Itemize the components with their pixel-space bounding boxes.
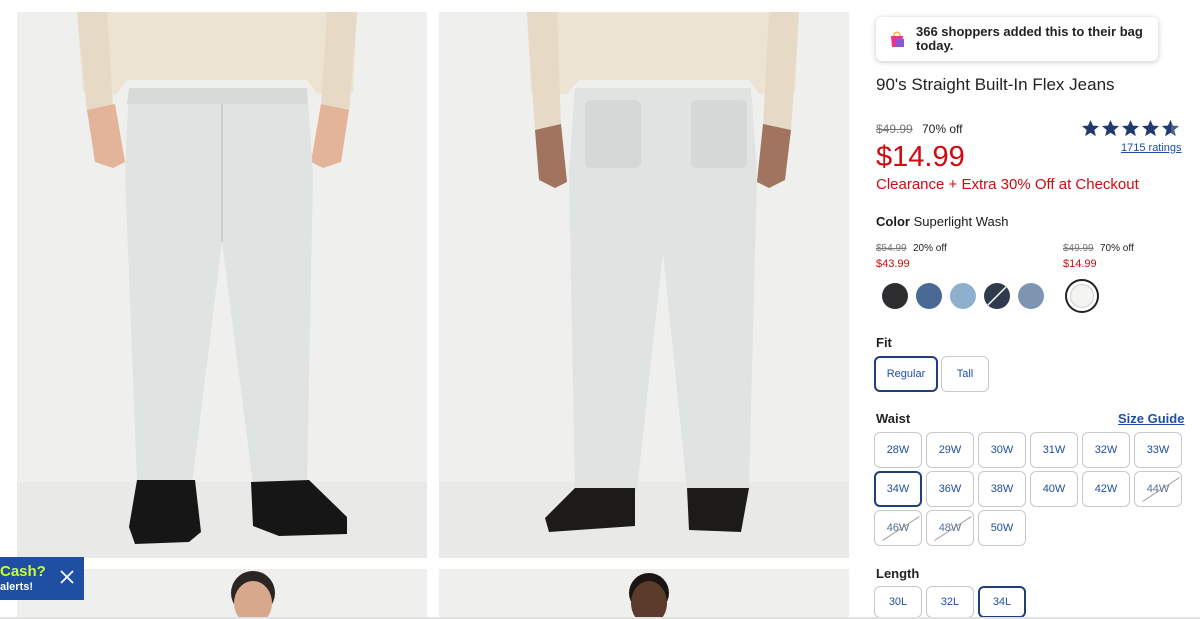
waist-option-38w[interactable]: 38W [978,471,1026,507]
star-icon [1121,119,1140,137]
front-view-photo[interactable] [17,12,427,558]
color-label: Color Superlight Wash [876,214,1008,229]
waist-option-28w[interactable]: 28W [874,432,922,468]
waist-option-29w[interactable]: 29W [926,432,974,468]
shoppers-notice-text: 366 shoppers added this to their bag tod… [916,24,1143,53]
length-option-30l[interactable]: 30L [874,586,922,618]
shoppers-notice: 366 shoppers added this to their bag tod… [876,17,1158,61]
waist-option-32w[interactable]: 32W [1082,432,1130,468]
length-option-32l[interactable]: 32L [926,586,974,618]
color-group-sale-price: $14.99 [1063,258,1097,270]
clearance-promo-text: Clearance + Extra 30% Off at Checkout [876,176,1139,193]
waist-option-48w-unavailable[interactable]: 48W [926,510,974,546]
cash-promo-banner[interactable]: Cash? alerts! [0,557,84,600]
product-title: 90's Straight Built-In Flex Jeans [876,75,1115,94]
size-guide-link[interactable]: Size Guide [1118,411,1184,426]
color-group-percent-off: 70% off [1100,243,1134,254]
swatch-medium-wash[interactable] [916,283,942,309]
waist-option-44w-unavailable[interactable]: 44W [1134,471,1182,507]
color-group-original-price: $54.99 [876,243,907,254]
swatch-light-medium-wash[interactable] [1018,283,1044,309]
shopping-bag-icon [891,31,904,47]
percent-off: 70% off [922,122,963,136]
length-option-34l[interactable]: 34L [978,586,1026,618]
swatch-light-wash[interactable] [950,283,976,309]
ratings-link[interactable]: 1715 ratings [1121,142,1182,154]
waist-option-36w[interactable]: 36W [926,471,974,507]
promo-line-1: Cash? [0,563,46,580]
star-icon [1081,119,1100,137]
color-group-sale-price: $43.99 [876,258,910,270]
fit-option-regular[interactable]: Regular [874,356,938,392]
back-view-photo[interactable] [439,12,849,558]
color-label-title: Color [876,214,910,229]
fit-option-tall[interactable]: Tall [941,356,989,392]
color-group-original-price: $49.99 [1063,243,1094,254]
fit-label: Fit [876,335,892,350]
waist-option-46w-unavailable[interactable]: 46W [874,510,922,546]
star-rating[interactable] [1081,119,1180,138]
swatch-black-wash[interactable] [882,283,908,309]
promo-line-2: alerts! [0,581,34,593]
waist-option-30w[interactable]: 30W [978,432,1026,468]
swatch-dark-wash-unavailable[interactable] [984,283,1010,309]
color-group-percent-off: 20% off [913,243,947,254]
waist-option-40w[interactable]: 40W [1030,471,1078,507]
waist-option-42w[interactable]: 42W [1082,471,1130,507]
model-photo-4[interactable] [439,569,849,619]
waist-label: Waist [876,411,911,426]
length-label: Length [876,566,920,581]
star-icon [1141,119,1160,137]
waist-option-33w[interactable]: 33W [1134,432,1182,468]
original-price: $49.99 [876,122,913,136]
close-icon[interactable] [58,568,76,586]
waist-option-34w[interactable]: 34W [874,471,922,507]
waist-option-31w[interactable]: 31W [1030,432,1078,468]
swatch-superlight-wash-selected[interactable] [1065,279,1099,313]
waist-option-50w[interactable]: 50W [978,510,1026,546]
star-icon [1101,119,1120,137]
selected-color-name: Superlight Wash [913,214,1009,229]
star-half-icon [1161,119,1180,137]
sale-price: $14.99 [876,141,965,173]
